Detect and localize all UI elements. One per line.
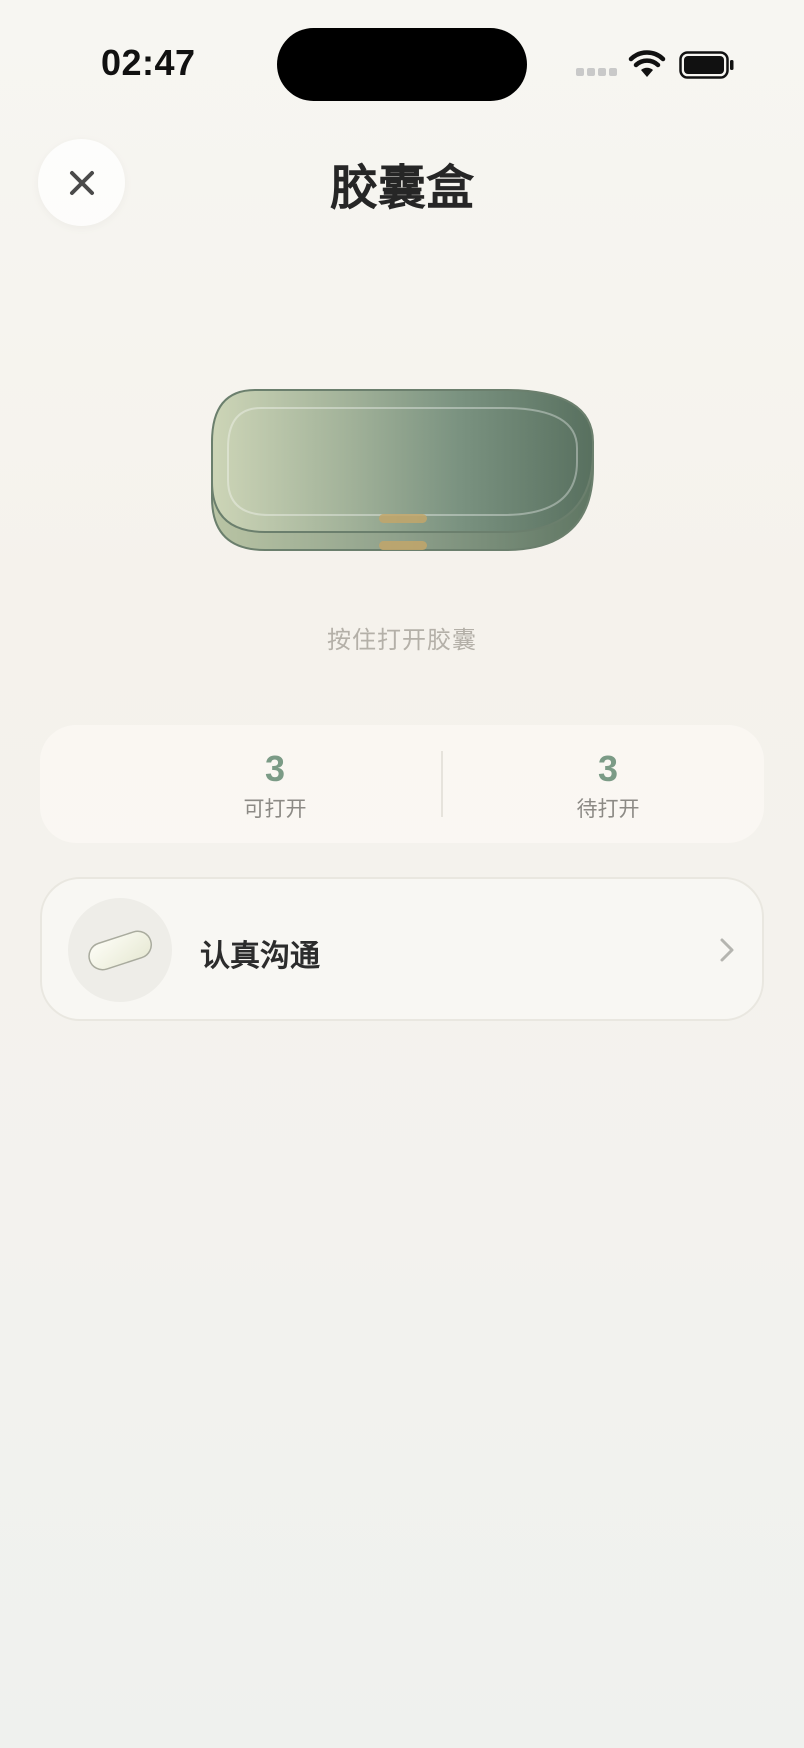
- stat-label: 可打开: [243, 797, 307, 821]
- press-hint: 按住打开胶囊: [327, 626, 477, 654]
- capsule-box[interactable]: [205, 380, 605, 560]
- stat-openable: 3 可打开: [175, 749, 375, 823]
- chevron-right-icon: [720, 938, 734, 962]
- stat-value: 3: [597, 748, 619, 789]
- page-title: 胶囊盒: [329, 160, 474, 216]
- status-time: 02:47: [101, 42, 196, 83]
- wifi-icon: [628, 50, 666, 77]
- capsule-pill-icon: [88, 930, 152, 971]
- divider: [441, 751, 443, 817]
- battery-icon: [679, 51, 734, 79]
- stats-card: 3 可打开 3 待打开: [40, 725, 764, 843]
- dynamic-island: [277, 28, 527, 101]
- stat-label: 待打开: [576, 797, 640, 821]
- capsule-box-illustration: [211, 389, 594, 551]
- stat-pending: 3 待打开: [508, 749, 708, 823]
- capsule-list-item[interactable]: 认真沟通: [40, 877, 764, 1021]
- signal-icon: [576, 68, 617, 76]
- stat-value: 3: [264, 748, 286, 789]
- capsule-name: 认真沟通: [200, 939, 320, 974]
- capsule-avatar: [68, 898, 172, 1002]
